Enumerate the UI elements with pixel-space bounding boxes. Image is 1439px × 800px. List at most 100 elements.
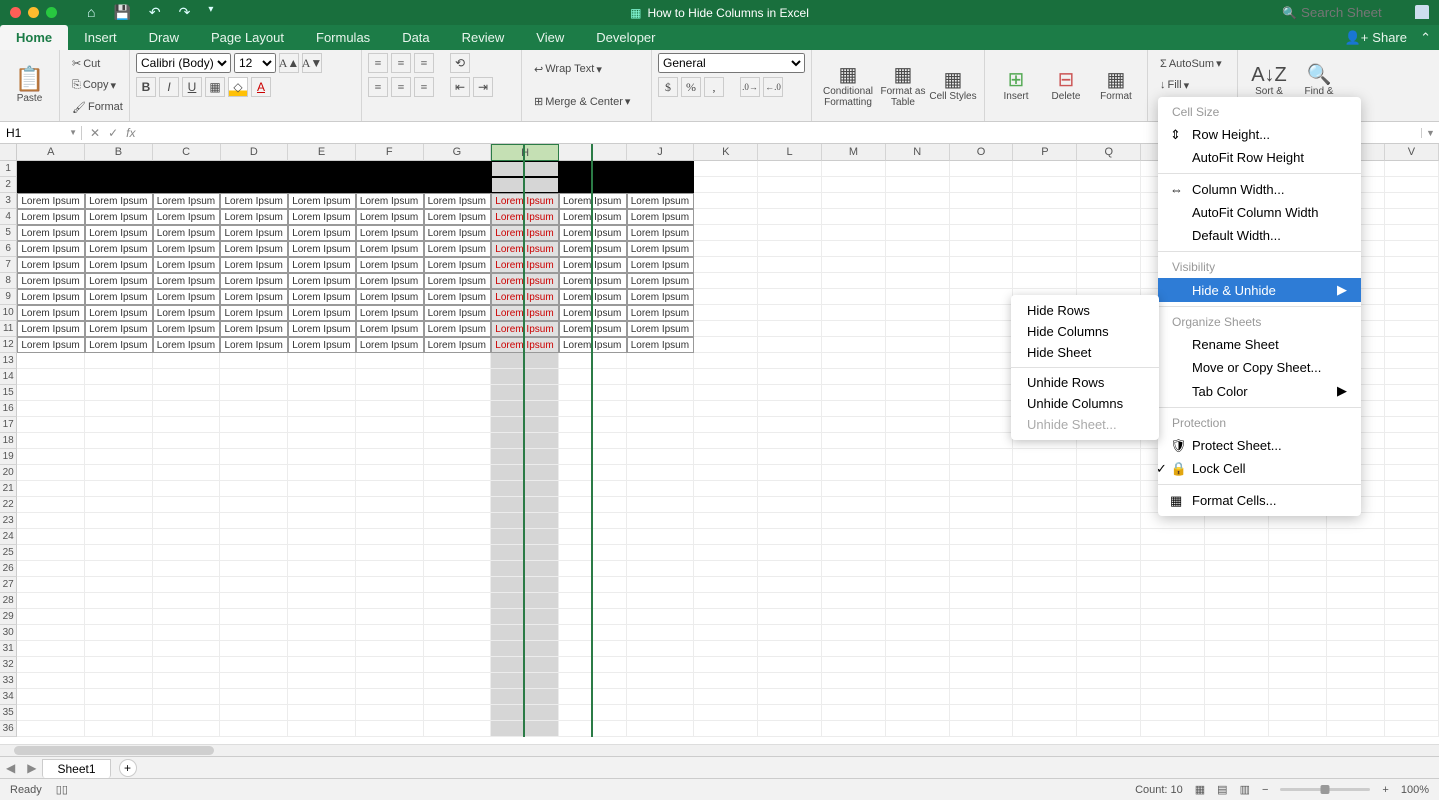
- row-header[interactable]: 31: [0, 641, 17, 657]
- cell[interactable]: [17, 657, 85, 673]
- cell[interactable]: [758, 193, 822, 209]
- cell[interactable]: [356, 593, 424, 609]
- cell[interactable]: Lorem Ipsum: [424, 305, 492, 321]
- cell[interactable]: Lorem Ipsum: [17, 225, 85, 241]
- cell[interactable]: [1077, 449, 1141, 465]
- increase-indent-button[interactable]: ⇥: [473, 77, 493, 97]
- more-icon[interactable]: ▾: [208, 4, 213, 21]
- cell[interactable]: [17, 385, 85, 401]
- cell[interactable]: [1077, 465, 1141, 481]
- cell[interactable]: Lorem Ipsum: [356, 273, 424, 289]
- cell[interactable]: [559, 369, 627, 385]
- cell[interactable]: [822, 689, 886, 705]
- cell[interactable]: [85, 577, 153, 593]
- cell[interactable]: [559, 513, 627, 529]
- row-header[interactable]: 33: [0, 673, 17, 689]
- cell[interactable]: [17, 593, 85, 609]
- row-header[interactable]: 29: [0, 609, 17, 625]
- cell[interactable]: [1205, 657, 1269, 673]
- cell[interactable]: [1385, 449, 1439, 465]
- cell[interactable]: [822, 609, 886, 625]
- cell[interactable]: [1385, 641, 1439, 657]
- cell[interactable]: [694, 193, 758, 209]
- cell[interactable]: [822, 321, 886, 337]
- cell[interactable]: [1013, 449, 1077, 465]
- cell[interactable]: [1077, 273, 1141, 289]
- cell[interactable]: Lorem Ipsum: [424, 193, 492, 209]
- merge-center-button[interactable]: ⊞Merge & Center ▾: [528, 92, 645, 111]
- cell[interactable]: [694, 449, 758, 465]
- cell[interactable]: Lorem Ipsum: [559, 337, 627, 353]
- column-header-I[interactable]: I: [559, 144, 627, 161]
- cell[interactable]: [627, 721, 695, 737]
- cell[interactable]: [424, 433, 492, 449]
- cell[interactable]: [85, 529, 153, 545]
- cell[interactable]: [153, 481, 221, 497]
- cell[interactable]: [694, 273, 758, 289]
- row-header[interactable]: 20: [0, 465, 17, 481]
- cell[interactable]: [1385, 577, 1439, 593]
- cell[interactable]: [694, 593, 758, 609]
- cell[interactable]: [17, 513, 85, 529]
- cell[interactable]: [153, 609, 221, 625]
- cell[interactable]: [85, 721, 153, 737]
- cell[interactable]: Lorem Ipsum: [17, 257, 85, 273]
- cell[interactable]: [886, 321, 950, 337]
- cell[interactable]: [1205, 673, 1269, 689]
- cell[interactable]: [288, 481, 356, 497]
- cell[interactable]: [758, 385, 822, 401]
- cell[interactable]: [559, 161, 627, 177]
- cell[interactable]: [424, 385, 492, 401]
- row-header[interactable]: 19: [0, 449, 17, 465]
- cell[interactable]: [886, 193, 950, 209]
- cell[interactable]: [288, 673, 356, 689]
- cell[interactable]: [491, 609, 559, 625]
- cell[interactable]: [1077, 257, 1141, 273]
- cell[interactable]: [559, 705, 627, 721]
- cell[interactable]: [220, 705, 288, 721]
- cell[interactable]: Lorem Ipsum: [559, 289, 627, 305]
- cell[interactable]: [1205, 529, 1269, 545]
- sheet-nav-prev-icon[interactable]: ◀: [0, 761, 21, 775]
- cell[interactable]: Lorem Ipsum: [220, 241, 288, 257]
- cell[interactable]: [153, 561, 221, 577]
- cell[interactable]: [220, 369, 288, 385]
- cell[interactable]: [627, 177, 695, 193]
- cell[interactable]: [627, 689, 695, 705]
- cell[interactable]: [950, 593, 1014, 609]
- cell[interactable]: [424, 353, 492, 369]
- cell[interactable]: [356, 529, 424, 545]
- cell[interactable]: [220, 497, 288, 513]
- cell[interactable]: [950, 353, 1014, 369]
- cell[interactable]: [559, 593, 627, 609]
- format-cells-item[interactable]: ▦Format Cells...: [1158, 489, 1361, 512]
- cell[interactable]: [627, 161, 695, 177]
- cell[interactable]: Lorem Ipsum: [356, 193, 424, 209]
- dropdown-icon[interactable]: ▼: [69, 128, 81, 137]
- cell[interactable]: [627, 545, 695, 561]
- cell[interactable]: Lorem Ipsum: [356, 289, 424, 305]
- cell[interactable]: [694, 257, 758, 273]
- cell[interactable]: [424, 401, 492, 417]
- cell[interactable]: [758, 673, 822, 689]
- cell[interactable]: [1077, 689, 1141, 705]
- cell[interactable]: [356, 369, 424, 385]
- cell[interactable]: Lorem Ipsum: [491, 257, 559, 273]
- cell[interactable]: Lorem Ipsum: [627, 209, 695, 225]
- cell[interactable]: [694, 497, 758, 513]
- cell[interactable]: [424, 673, 492, 689]
- italic-button[interactable]: I: [159, 77, 179, 97]
- cell[interactable]: Lorem Ipsum: [85, 193, 153, 209]
- rename-sheet-item[interactable]: Rename Sheet: [1158, 333, 1361, 356]
- cell[interactable]: [1385, 657, 1439, 673]
- cell[interactable]: [758, 353, 822, 369]
- cell[interactable]: Lorem Ipsum: [491, 289, 559, 305]
- cell[interactable]: Lorem Ipsum: [220, 209, 288, 225]
- cell[interactable]: [758, 609, 822, 625]
- cell[interactable]: [1269, 529, 1327, 545]
- cell[interactable]: Lorem Ipsum: [288, 289, 356, 305]
- cell[interactable]: [288, 449, 356, 465]
- cell[interactable]: [85, 465, 153, 481]
- column-header-O[interactable]: O: [950, 144, 1014, 161]
- cell[interactable]: [288, 497, 356, 513]
